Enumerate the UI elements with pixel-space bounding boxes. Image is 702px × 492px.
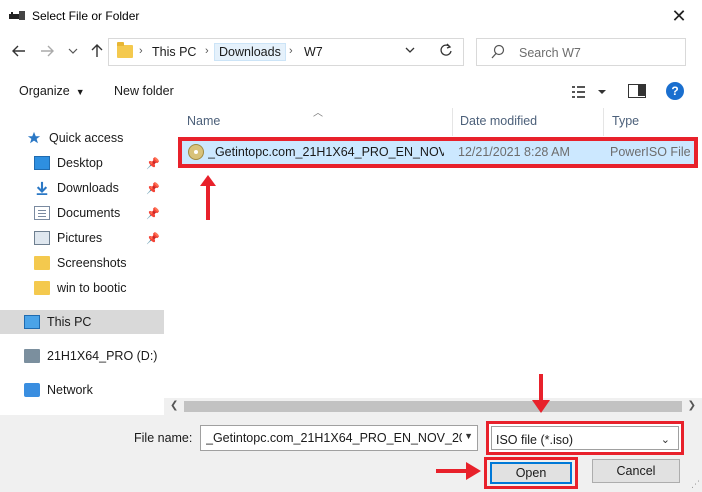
computer-icon — [24, 315, 40, 329]
star-icon — [27, 131, 41, 144]
nav-label: win to bootic — [57, 281, 127, 295]
arrow-up-icon — [91, 44, 103, 57]
sort-ascending-icon: ︿ — [313, 108, 323, 119]
file-type-select[interactable]: ISO file (*.iso) ⌄ — [486, 421, 684, 455]
up-button[interactable] — [86, 40, 108, 62]
documents-icon — [34, 206, 50, 220]
organize-button[interactable]: Organize ▼ — [19, 84, 85, 98]
pictures-icon — [34, 231, 50, 245]
help-icon[interactable]: ? — [666, 82, 684, 100]
preview-pane-icon[interactable] — [628, 84, 646, 98]
search-placeholder: Search W7 — [519, 46, 581, 60]
arrow-right-icon — [41, 45, 54, 57]
address-bar[interactable]: › This PC › Downloads › W7 — [108, 38, 464, 66]
breadcrumb-w7[interactable]: W7 — [304, 45, 323, 59]
chevron-down-icon: ⌄ — [660, 434, 670, 446]
pin-icon: 📌 — [146, 232, 160, 245]
column-divider[interactable] — [603, 108, 604, 136]
nav-item-quick-access[interactable]: Quick access — [26, 126, 164, 150]
file-name-input[interactable] — [206, 427, 462, 449]
file-type-value: ISO file (*.iso) — [496, 433, 574, 447]
nav-label: Downloads — [57, 181, 119, 195]
refresh-button[interactable] — [439, 43, 453, 60]
folder-icon — [34, 256, 50, 270]
nav-item-this-pc[interactable]: This PC — [0, 310, 164, 334]
nav-label: Documents — [57, 206, 121, 220]
view-options-icon[interactable] — [570, 84, 610, 100]
arrow-left-icon — [12, 45, 25, 57]
nav-label: Quick access — [49, 131, 124, 145]
chevron-down-icon — [68, 48, 78, 54]
nav-label: Network — [47, 383, 93, 397]
navigation-pane: Quick access Desktop 📌 Downloads 📌 Docum… — [0, 108, 176, 414]
file-name-label: File name: — [134, 431, 193, 445]
close-button[interactable]: ✕ — [656, 0, 702, 32]
chevron-right-icon: › — [139, 45, 143, 57]
horizontal-scrollbar[interactable]: ❮ ❯ — [164, 398, 702, 415]
nav-item-downloads[interactable]: Downloads 📌 — [34, 176, 164, 200]
scroll-left-icon[interactable]: ❮ — [170, 400, 178, 411]
chevron-down-icon[interactable]: ▼ — [464, 431, 473, 441]
folder-icon — [34, 281, 50, 295]
recent-locations-button[interactable] — [62, 40, 84, 62]
cancel-button[interactable]: Cancel — [592, 459, 680, 483]
row-highlight-box — [178, 137, 698, 168]
nav-label: Screenshots — [57, 256, 127, 270]
close-icon: ✕ — [671, 5, 687, 26]
open-button[interactable]: Open — [490, 462, 572, 484]
pin-icon: 📌 — [146, 207, 160, 220]
nav-item-network[interactable]: Network — [24, 378, 164, 402]
dialog-footer: File name: ▼ ISO file (*.iso) ⌄ Open Can… — [0, 415, 702, 492]
column-divider[interactable] — [452, 108, 453, 136]
address-dropdown-button[interactable] — [405, 45, 415, 56]
desktop-icon — [34, 156, 50, 170]
download-icon — [36, 181, 48, 195]
network-icon — [24, 383, 40, 397]
chevron-down-icon — [405, 47, 415, 53]
window-title: Select File or Folder — [32, 9, 140, 23]
column-header-date[interactable]: Date modified — [460, 114, 537, 128]
folder-icon — [117, 42, 133, 58]
refresh-icon — [440, 43, 452, 56]
chevron-right-icon: › — [289, 45, 293, 57]
address-row: › This PC › Downloads › W7 Search W7 — [0, 34, 702, 70]
nav-item-documents[interactable]: Documents 📌 — [34, 201, 164, 225]
command-bar: Organize ▼ New folder ? — [0, 76, 702, 106]
nav-item-desktop[interactable]: Desktop 📌 — [34, 151, 164, 175]
forward-button[interactable] — [36, 40, 58, 62]
search-icon — [491, 44, 505, 59]
nav-label: Pictures — [57, 231, 103, 245]
red-arrow-down-icon — [532, 374, 550, 413]
scroll-right-icon[interactable]: ❯ — [688, 400, 696, 411]
nav-item-pictures[interactable]: Pictures 📌 — [34, 226, 164, 250]
red-arrow-right-icon — [436, 462, 481, 480]
nav-item-drive-d[interactable]: 21H1X64_PRO (D:) — [24, 344, 164, 368]
caret-down-icon: ▼ — [75, 87, 85, 97]
back-button[interactable] — [8, 40, 30, 62]
chevron-right-icon: › — [205, 45, 209, 57]
red-arrow-up-icon — [200, 175, 216, 220]
nav-label: Desktop — [57, 156, 103, 170]
drive-icon — [24, 349, 40, 363]
file-type-select-inner: ISO file (*.iso) ⌄ — [491, 426, 679, 450]
pin-icon: 📌 — [146, 182, 160, 195]
new-folder-label: New folder — [114, 84, 174, 98]
column-header-name[interactable]: Name — [187, 114, 220, 128]
app-icon — [9, 11, 25, 20]
breadcrumb-this-pc[interactable]: This PC — [152, 45, 196, 59]
new-folder-button[interactable]: New folder — [114, 84, 174, 98]
nav-label: This PC — [47, 315, 92, 329]
resize-grip-icon[interactable]: ⋰ — [691, 479, 700, 490]
nav-item-win-to-bootic[interactable]: win to bootic — [34, 276, 164, 300]
search-box[interactable]: Search W7 — [476, 38, 686, 66]
organize-label: Organize — [19, 84, 70, 98]
file-name-field[interactable]: ▼ — [200, 425, 478, 451]
scrollbar-thumb[interactable] — [184, 401, 682, 412]
breadcrumb-downloads[interactable]: Downloads — [214, 43, 286, 61]
column-header-type[interactable]: Type — [612, 114, 639, 128]
pin-icon: 📌 — [146, 157, 160, 170]
nav-item-screenshots[interactable]: Screenshots — [34, 251, 164, 275]
nav-label: 21H1X64_PRO (D:) — [47, 349, 158, 363]
title-bar: Select File or Folder ✕ — [0, 0, 702, 32]
